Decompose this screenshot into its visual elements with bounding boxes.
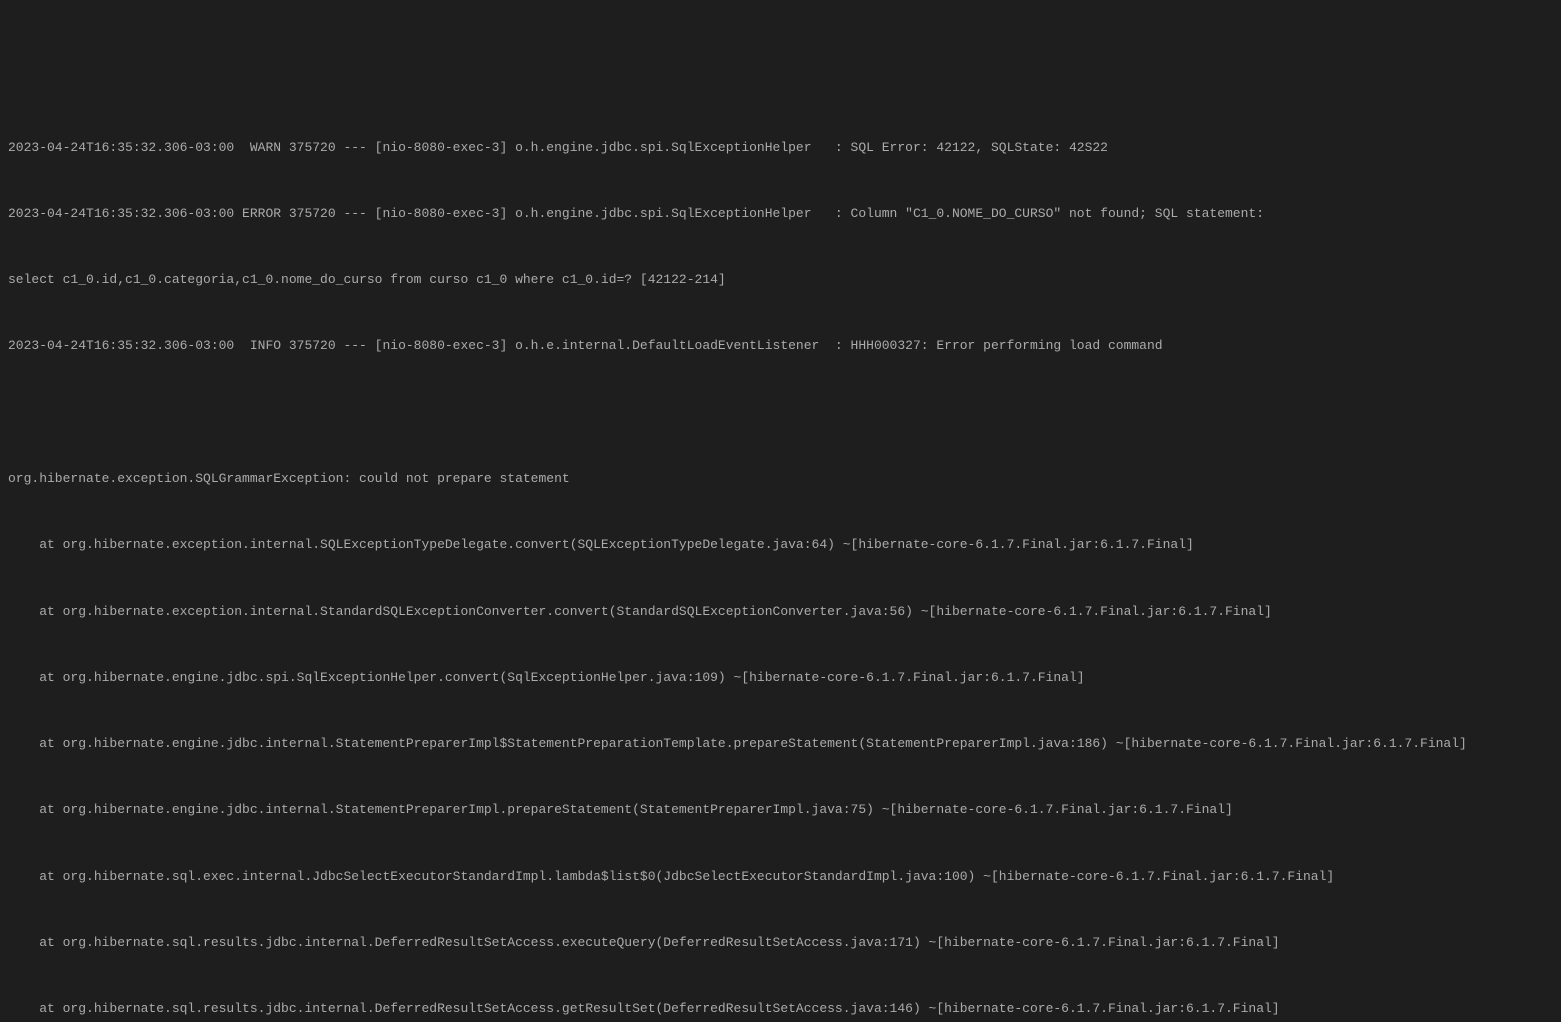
log-line-stack: at org.hibernate.exception.internal.Stan… <box>8 601 1553 623</box>
log-line-exception: org.hibernate.exception.SQLGrammarExcept… <box>8 468 1553 490</box>
log-line-info: 2023-04-24T16:35:32.306-03:00 INFO 37572… <box>8 335 1553 357</box>
log-line-stack: at org.hibernate.sql.results.jdbc.intern… <box>8 932 1553 954</box>
log-line-sql: select c1_0.id,c1_0.categoria,c1_0.nome_… <box>8 269 1553 291</box>
log-line-blank <box>8 402 1553 424</box>
log-output: 2023-04-24T16:35:32.306-03:00 WARN 37572… <box>8 92 1553 1022</box>
log-line-stack: at org.hibernate.engine.jdbc.spi.SqlExce… <box>8 667 1553 689</box>
log-line-error: 2023-04-24T16:35:32.306-03:00 ERROR 3757… <box>8 203 1553 225</box>
log-line-stack: at org.hibernate.sql.exec.internal.JdbcS… <box>8 866 1553 888</box>
log-line-stack: at org.hibernate.sql.results.jdbc.intern… <box>8 998 1553 1020</box>
log-line-stack: at org.hibernate.engine.jdbc.internal.St… <box>8 799 1553 821</box>
log-line-warn: 2023-04-24T16:35:32.306-03:00 WARN 37572… <box>8 137 1553 159</box>
log-line-stack: at org.hibernate.exception.internal.SQLE… <box>8 534 1553 556</box>
log-line-stack: at org.hibernate.engine.jdbc.internal.St… <box>8 733 1553 755</box>
